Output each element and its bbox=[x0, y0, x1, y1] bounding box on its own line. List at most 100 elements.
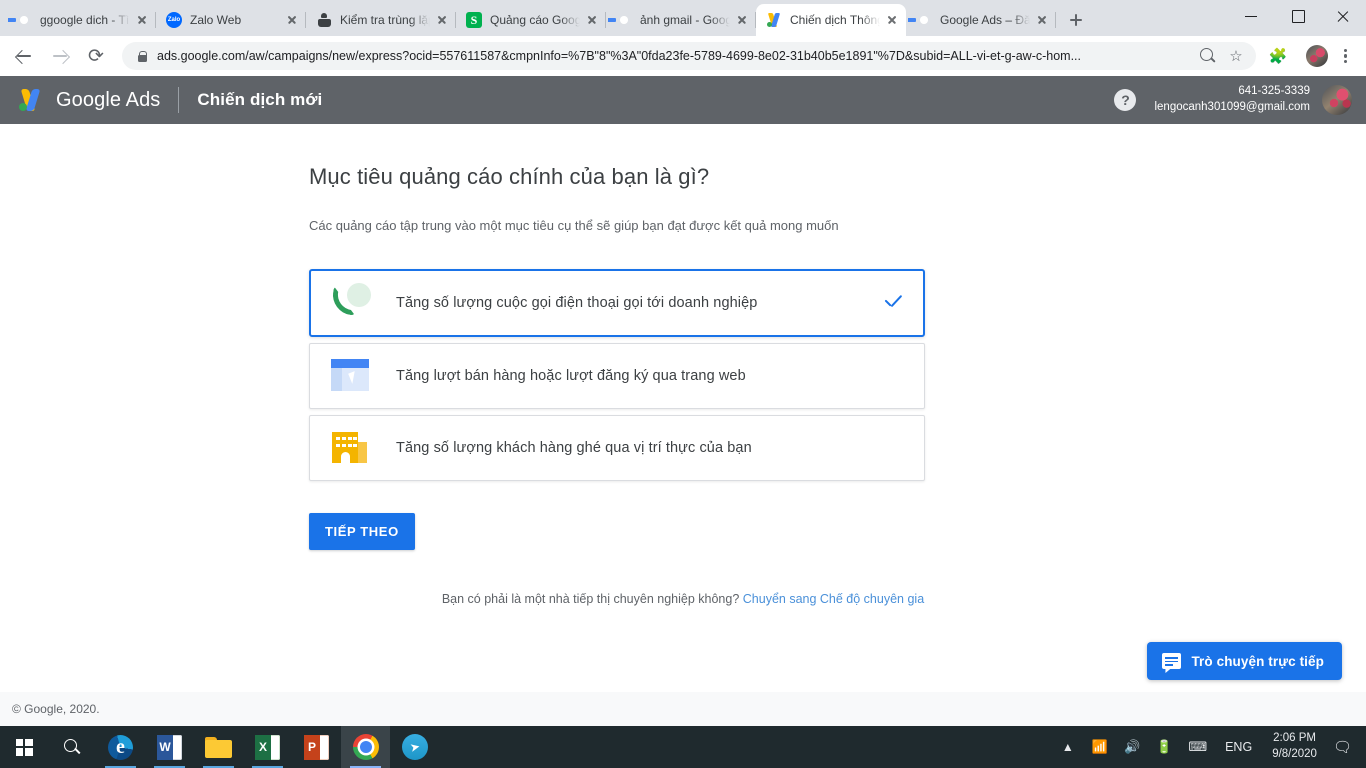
browser-tab-5[interactable]: ảnh gmail - Googl bbox=[606, 4, 756, 36]
chevron-up-icon[interactable]: ▲ bbox=[1052, 726, 1084, 768]
forward-button[interactable] bbox=[44, 40, 76, 72]
tab-close-icon[interactable] bbox=[434, 12, 450, 28]
edge-icon bbox=[108, 734, 133, 760]
browser-tab-4[interactable]: S Quảng cáo Google bbox=[456, 4, 606, 36]
phone-call-icon bbox=[326, 281, 374, 325]
browser-tab-2[interactable]: Zalo Zalo Web bbox=[156, 4, 306, 36]
clock[interactable]: 2:06 PM 9/8/2020 bbox=[1262, 731, 1327, 762]
window-close-button[interactable] bbox=[1320, 0, 1366, 32]
wifi-icon[interactable]: 📶 bbox=[1084, 726, 1116, 768]
excel-icon bbox=[255, 734, 280, 760]
extensions-puzzle-icon[interactable]: 🧩 bbox=[1262, 40, 1294, 72]
address-bar[interactable]: ads.google.com/aw/campaigns/new/express?… bbox=[122, 42, 1256, 70]
expert-mode-question: Bạn có phải là một nhà tiếp thị chuyên n… bbox=[441, 591, 740, 606]
powerpoint-icon bbox=[304, 734, 329, 760]
brand-name: Google Ads bbox=[56, 88, 161, 111]
taskbar-app-telegram[interactable] bbox=[390, 726, 439, 768]
goal-option-label: Tăng số lượng khách hàng ghé qua vị trí … bbox=[396, 439, 752, 456]
google-ads-logo-icon bbox=[18, 87, 44, 113]
taskbar-app-chrome[interactable] bbox=[341, 726, 390, 768]
header-divider bbox=[178, 87, 180, 113]
chrome-menu-icon[interactable] bbox=[1332, 40, 1358, 72]
tab-strip: ggoogle dich - Tìm Zalo Zalo Web Kiểm tr… bbox=[0, 0, 1366, 36]
help-icon[interactable]: ? bbox=[1114, 89, 1137, 111]
tab-title: ggoogle dich - Tìm bbox=[40, 13, 130, 27]
windows-start-icon[interactable] bbox=[0, 726, 48, 768]
page-title: Chiến dịch mới bbox=[197, 90, 323, 109]
word-icon bbox=[157, 734, 182, 760]
profile-avatar[interactable] bbox=[1306, 45, 1328, 67]
browser-window: ggoogle dich - Tìm Zalo Zalo Web Kiểm tr… bbox=[0, 0, 1366, 726]
url-text: ads.google.com/aw/campaigns/new/express?… bbox=[157, 49, 1082, 63]
battery-charging-icon[interactable]: 🔋 bbox=[1148, 726, 1180, 768]
s-green-icon: S bbox=[466, 12, 482, 28]
clock-time: 2:06 PM bbox=[1273, 732, 1316, 745]
notification-icon[interactable]: 🗨 bbox=[1327, 726, 1362, 768]
account-email: lengocanh301099@gmail.com bbox=[1154, 101, 1310, 113]
browser-tab-3[interactable]: Kiểm tra trùng lặp bbox=[306, 4, 456, 36]
avatar[interactable] bbox=[1322, 85, 1352, 115]
taskbar-app-word[interactable] bbox=[145, 726, 194, 768]
google-g-icon bbox=[916, 12, 932, 28]
keyboard-icon[interactable]: ⌨ bbox=[1180, 726, 1215, 768]
website-cursor-icon bbox=[326, 354, 374, 398]
tab-close-icon[interactable] bbox=[734, 12, 750, 28]
taskbar-app-file-explorer[interactable] bbox=[194, 726, 243, 768]
zoom-out-icon[interactable] bbox=[1198, 46, 1218, 66]
search-icon[interactable] bbox=[48, 726, 96, 768]
main-content: Mục tiêu quảng cáo chính của bạn là gì? … bbox=[0, 124, 1366, 726]
windows-taskbar: ▲ 📶 🔊 🔋 ⌨ ENG 2:06 PM 9/8/2020 🗨 bbox=[0, 726, 1366, 768]
language-indicator[interactable]: ENG bbox=[1215, 740, 1262, 754]
back-button[interactable] bbox=[8, 40, 40, 72]
content-wrapper: Mục tiêu quảng cáo chính của bạn là gì? … bbox=[309, 124, 925, 606]
speaker-icon[interactable]: 🔊 bbox=[1116, 726, 1148, 768]
telegram-icon bbox=[401, 734, 428, 760]
tab-title: Chiến dịch Thông bbox=[790, 13, 880, 27]
account-info[interactable]: 641-325-3339 lengocanh301099@gmail.com bbox=[1154, 84, 1310, 115]
tab-close-icon[interactable] bbox=[884, 12, 900, 28]
goal-option-label: Tăng số lượng cuộc gọi điện thoại gọi tớ… bbox=[396, 294, 758, 311]
expert-mode-prompt: Bạn có phải là một nhà tiếp thị chuyên n… bbox=[375, 592, 991, 606]
taskbar-app-powerpoint[interactable] bbox=[292, 726, 341, 768]
goal-option-label: Tăng lượt bán hàng hoặc lượt đăng ký qua… bbox=[396, 367, 746, 384]
taskbar-app-edge[interactable] bbox=[96, 726, 145, 768]
browser-tab-7[interactable]: Google Ads – Đăn bbox=[906, 4, 1056, 36]
goal-option-store-visits[interactable]: Tăng số lượng khách hàng ghé qua vị trí … bbox=[309, 414, 925, 481]
live-chat-button[interactable]: Trò chuyện trực tiếp bbox=[1147, 642, 1342, 680]
window-maximize-button[interactable] bbox=[1274, 0, 1320, 32]
reload-icon[interactable]: ⟳ bbox=[80, 40, 112, 72]
bookmark-star-icon[interactable]: ☆ bbox=[1226, 46, 1246, 66]
tab-title: Google Ads – Đăn bbox=[940, 13, 1030, 27]
new-tab-button[interactable] bbox=[1062, 6, 1090, 34]
header-right-group: ? 641-325-3339 lengocanh301099@gmail.com bbox=[1114, 84, 1352, 115]
browser-toolbar: ⟳ ads.google.com/aw/campaigns/new/expres… bbox=[0, 36, 1366, 76]
tab-close-icon[interactable] bbox=[584, 12, 600, 28]
goal-option-phone-calls[interactable]: Tăng số lượng cuộc gọi điện thoại gọi tớ… bbox=[309, 268, 925, 337]
action-row: TIẾP THEO bbox=[309, 487, 925, 550]
taskbar-app-excel[interactable] bbox=[243, 726, 292, 768]
headline: Mục tiêu quảng cáo chính của bạn là gì? bbox=[309, 164, 710, 189]
tab-close-icon[interactable] bbox=[134, 12, 150, 28]
copyright-text: © Google, 2020. bbox=[12, 702, 100, 716]
browser-tab-6-active[interactable]: Chiến dịch Thông bbox=[756, 4, 906, 36]
tab-close-icon[interactable] bbox=[1034, 12, 1050, 28]
expert-mode-link[interactable]: Chuyển sang Chế độ chuyên gia bbox=[743, 592, 924, 606]
duplicate-check-icon bbox=[316, 12, 332, 28]
tab-close-icon[interactable] bbox=[284, 12, 300, 28]
chrome-icon bbox=[352, 734, 379, 760]
live-chat-label: Trò chuyện trực tiếp bbox=[1191, 653, 1324, 669]
next-button[interactable]: TIẾP THEO bbox=[309, 512, 415, 550]
checkmark-icon bbox=[881, 291, 905, 315]
chat-bubble-icon bbox=[1162, 653, 1182, 669]
store-building-icon bbox=[326, 426, 374, 470]
goal-option-website-sales[interactable]: Tăng lượt bán hàng hoặc lượt đăng ký qua… bbox=[309, 342, 925, 409]
tab-title: Quảng cáo Google bbox=[490, 13, 580, 27]
subheadline: Các quảng cáo tập trung vào một mục tiêu… bbox=[309, 218, 839, 233]
page-footer: © Google, 2020. bbox=[0, 692, 1366, 726]
google-ads-app: Google Ads Chiến dịch mới ? 641-325-3339… bbox=[0, 76, 1366, 726]
account-phone: 641-325-3339 bbox=[1238, 85, 1310, 98]
browser-tab-1[interactable]: ggoogle dich - Tìm bbox=[6, 4, 156, 36]
window-controls bbox=[1228, 0, 1366, 36]
folder-icon bbox=[205, 736, 232, 758]
window-minimize-button[interactable] bbox=[1228, 0, 1274, 32]
